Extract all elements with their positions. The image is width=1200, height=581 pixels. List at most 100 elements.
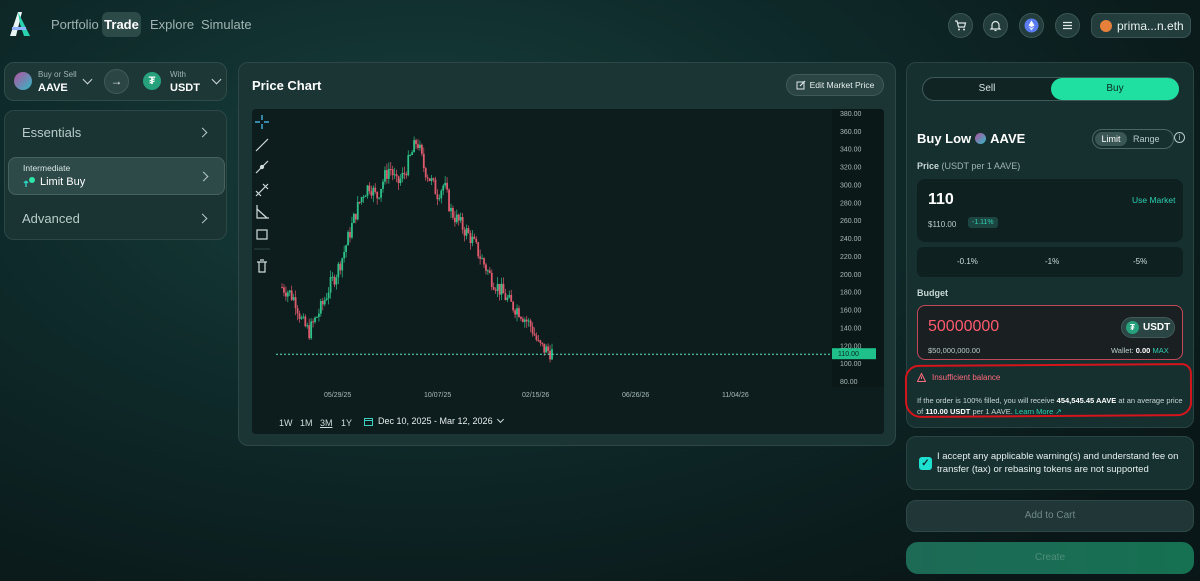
mode-range-button[interactable]: Range — [1133, 132, 1160, 146]
price-input[interactable]: 110 — [928, 191, 954, 209]
candle-body — [384, 170, 386, 182]
price-label-text: Price — [917, 161, 940, 171]
strategy-advanced[interactable]: Advanced — [5, 211, 226, 229]
candle-body — [308, 325, 311, 339]
rectangle-tool-icon[interactable] — [256, 229, 268, 240]
network-button[interactable] — [1019, 13, 1044, 38]
base-token-select[interactable]: Buy or Sell AAVE — [5, 63, 100, 100]
angle-tool-icon[interactable] — [256, 205, 269, 219]
candle-body — [349, 232, 351, 238]
candle-body — [331, 276, 334, 278]
extended-line-tool-icon[interactable] — [255, 183, 269, 197]
x-tick-label: 11/04/26 — [722, 392, 749, 399]
add-to-cart-button[interactable]: Add to Cart — [906, 500, 1194, 532]
offset-5-button[interactable]: -5% — [1133, 257, 1147, 266]
strategy-intermediate[interactable]: Intermediate Limit Buy — [8, 157, 225, 195]
candle-body — [424, 168, 427, 178]
limit-price-tag-label: 110.00 — [838, 351, 859, 358]
budget-token-select[interactable]: ₮ USDT — [1121, 317, 1175, 338]
candle-body — [521, 318, 524, 322]
line-tool-icon[interactable] — [255, 138, 269, 152]
candle-body — [283, 287, 285, 293]
strategy-essentials[interactable]: Essentials — [5, 125, 226, 143]
ray-tool-icon[interactable] — [255, 160, 269, 174]
quote-token-select[interactable]: ₮ With USDT — [135, 63, 228, 100]
date-range-picker[interactable]: Dec 10, 2025 - Mar 12, 2026 — [364, 415, 504, 426]
strategy-intermediate-caption: Intermediate — [23, 163, 71, 173]
candle-body — [483, 258, 485, 265]
range-1m-button[interactable]: 1M — [300, 418, 313, 428]
candle-body — [496, 283, 499, 291]
price-chart-panel: Price Chart Edit Market Price 80.00 100.0… — [238, 62, 896, 446]
candle-body — [514, 310, 516, 315]
mode-limit-button[interactable]: Limit — [1095, 132, 1127, 146]
chevron-right-icon — [197, 213, 208, 224]
strategy-advanced-label: Advanced — [22, 211, 80, 226]
range-3m-button[interactable]: 3M — [320, 418, 333, 428]
candle-body — [380, 188, 382, 198]
candle-body — [457, 214, 460, 221]
candle-body — [533, 333, 536, 336]
ethereum-icon — [1024, 18, 1039, 33]
nav-portfolio[interactable]: Portfolio — [51, 17, 99, 32]
crosshair-tool-icon[interactable] — [255, 115, 269, 129]
wallet-button[interactable]: prima...n.eth — [1091, 13, 1191, 38]
candle-body — [298, 313, 301, 319]
app-logo[interactable] — [8, 10, 32, 38]
candle-body — [471, 236, 474, 244]
candle-body — [397, 176, 400, 184]
buy-tab[interactable]: Buy — [1051, 78, 1179, 100]
y-tick-label: 220.00 — [840, 254, 862, 261]
candle-body — [296, 308, 299, 314]
nav-simulate[interactable]: Simulate — [201, 17, 252, 32]
budget-input-box[interactable]: 50000000 ₮ USDT $50,000,000.00 Wallet: 0… — [917, 305, 1183, 360]
candle-body — [477, 242, 480, 257]
cart-button[interactable] — [948, 13, 973, 38]
candle-body — [347, 232, 349, 246]
nav-trade[interactable]: Trade — [102, 12, 141, 37]
range-1w-button[interactable]: 1W — [279, 418, 293, 428]
candle-body — [504, 293, 507, 301]
candle-body — [327, 292, 330, 299]
swap-direction-button[interactable]: → — [104, 69, 129, 94]
calendar-icon — [364, 417, 373, 426]
candle-body — [479, 256, 482, 259]
candle-body — [372, 187, 375, 196]
x-tick-label: 05/29/25 — [324, 392, 351, 399]
range-1y-button[interactable]: 1Y — [341, 418, 352, 428]
price-input-box[interactable]: 110 Use Market $110.00 -1.11% — [917, 179, 1183, 242]
accept-terms-checkbox[interactable]: ✓ — [919, 457, 932, 470]
candlestick-chart[interactable]: 80.00100.00120.00140.00160.00180.00200.0… — [252, 109, 884, 434]
offset-1-button[interactable]: -1% — [1045, 257, 1059, 266]
candle-body — [399, 178, 402, 184]
drawing-toolbar — [255, 115, 269, 273]
use-market-link[interactable]: Use Market — [1132, 195, 1175, 205]
bell-icon — [989, 20, 1002, 32]
max-button[interactable]: MAX — [1152, 346, 1168, 355]
nav-explore[interactable]: Explore — [150, 17, 194, 32]
wallet-balance: Wallet: 0.00 MAX — [1111, 346, 1169, 355]
create-button[interactable]: Create — [906, 542, 1194, 574]
accept-terms-panel: ✓ I accept any applicable warning(s) and… — [906, 436, 1194, 490]
offset-0-1-button[interactable]: -0.1% — [957, 257, 978, 266]
sell-tab[interactable]: Sell — [923, 78, 1051, 100]
candle-body — [506, 297, 509, 301]
candle-body — [385, 170, 388, 179]
candle-body — [382, 181, 384, 189]
y-tick-label: 240.00 — [840, 236, 862, 243]
candle-body — [516, 308, 518, 315]
edit-market-price-button[interactable]: Edit Market Price — [786, 74, 884, 96]
info-icon[interactable]: i — [1174, 132, 1185, 143]
candle-body — [461, 217, 464, 230]
budget-input[interactable]: 50000000 — [928, 318, 999, 336]
quote-token-symbol: USDT — [170, 82, 200, 94]
x-tick-label: 06/26/26 — [622, 392, 649, 399]
notifications-button[interactable] — [983, 13, 1008, 38]
candle-body — [378, 197, 381, 199]
trash-tool-icon[interactable] — [257, 259, 267, 273]
candle-body — [452, 207, 454, 218]
menu-button[interactable] — [1055, 13, 1080, 38]
candle-body — [300, 317, 303, 319]
candle-body — [446, 182, 449, 190]
chart-canvas[interactable]: 80.00 100.00 120.00 140.00 160.00 180.00 200.0… — [252, 109, 884, 434]
